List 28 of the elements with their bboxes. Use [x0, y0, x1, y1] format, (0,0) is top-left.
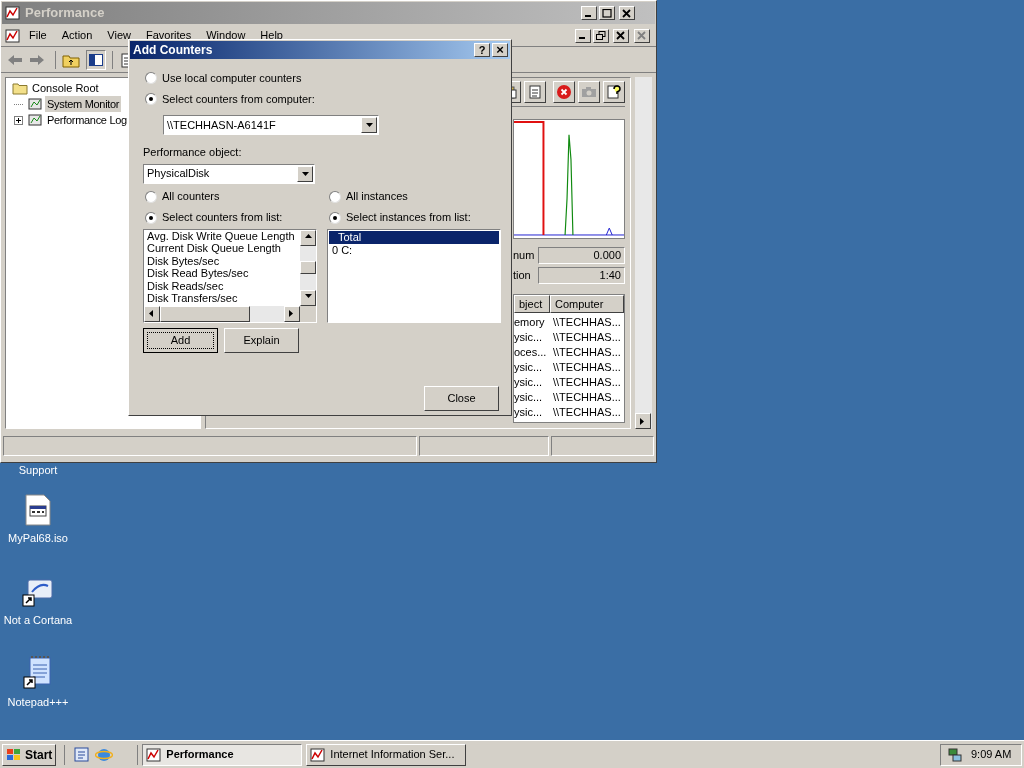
table-cell-text: \\TECHHAS... — [552, 390, 622, 405]
table-cell-text: \\TECHHAS... — [552, 345, 622, 360]
field-label: Performance object: — [143, 145, 243, 160]
clock: 9:09 AM — [971, 747, 1012, 763]
table-cell-text: emory — [514, 315, 546, 330]
reading-label: num — [513, 248, 535, 264]
table-cell-text: \\TECHHAS... — [552, 405, 622, 420]
table-cell-text: ysic... — [514, 360, 544, 375]
table-cell-text: \\TECHHAS... — [552, 360, 622, 375]
radio-label: All counters — [162, 189, 220, 205]
window-title: Performance — [25, 4, 105, 23]
radio-label: All instances — [346, 189, 408, 205]
reading-label: tion — [513, 268, 532, 284]
table-cell-text: \\TECHHAS... — [552, 330, 622, 345]
table-cell-text: oces... — [514, 345, 548, 360]
table-cell-text: ysic... — [514, 405, 544, 420]
table-cell-text: ysic... — [514, 390, 544, 405]
table-cell-text: \\TECHHAS... — [552, 315, 622, 330]
radio-label: Select counters from computer: — [162, 91, 315, 107]
radio-label: Select counters from list: — [162, 210, 283, 226]
table-cell-text: ysic... — [514, 375, 544, 390]
table-cell-text: ysic... — [514, 330, 544, 345]
radio-label: Select instances from list: — [346, 210, 471, 226]
reading-field: 1:40 — [538, 267, 625, 284]
dialog-title: Add Counters — [133, 42, 213, 59]
reading-field: 0.000 — [538, 247, 625, 264]
radio-label: Use local computer counters — [162, 70, 302, 86]
table-cell-text: \\TECHHAS... — [552, 375, 622, 390]
